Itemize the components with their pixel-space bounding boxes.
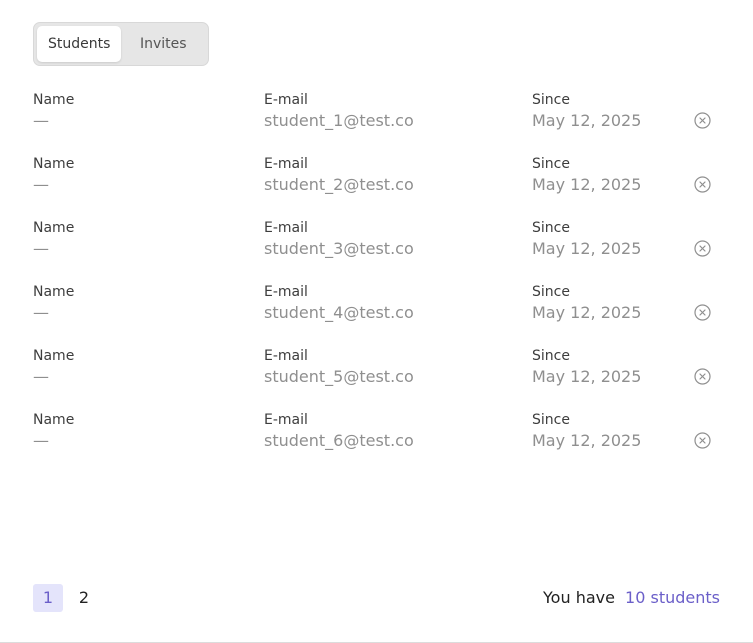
since-value: May 12, 2025 [532, 111, 642, 130]
name-label: Name [33, 348, 75, 364]
remove-circle-icon[interactable] [694, 368, 711, 385]
remove-circle-icon[interactable] [694, 240, 711, 257]
name-value: — [33, 239, 49, 258]
since-value: May 12, 2025 [532, 303, 642, 322]
since-label: Since [532, 412, 570, 428]
tab-switcher: Students Invites [33, 22, 209, 66]
name-value: — [33, 303, 49, 322]
email-cell: E-mail student_5@test.co [264, 346, 414, 389]
email-cell: E-mail student_3@test.co [264, 218, 414, 261]
name-value: — [33, 367, 49, 386]
email-value: student_2@test.co [264, 175, 414, 194]
email-cell: E-mail student_4@test.co [264, 282, 414, 325]
email-label: E-mail [264, 348, 308, 364]
email-label: E-mail [264, 92, 308, 108]
email-value: student_1@test.co [264, 111, 414, 130]
email-value: student_5@test.co [264, 367, 414, 386]
email-cell: E-mail student_6@test.co [264, 410, 414, 453]
name-label: Name [33, 284, 75, 300]
email-cell: E-mail student_2@test.co [264, 154, 414, 197]
students-page: Students Invites Name — E-mail student_1… [0, 0, 753, 643]
table-row: Name — E-mail student_4@test.co Since Ma… [0, 282, 753, 346]
name-value: — [33, 431, 49, 450]
since-cell: Since May 12, 2025 [532, 346, 641, 389]
name-value: — [33, 111, 49, 130]
remove-circle-icon[interactable] [694, 176, 711, 193]
table-row: Name — E-mail student_5@test.co Since Ma… [0, 346, 753, 410]
table-row: Name — E-mail student_1@test.co Since Ma… [0, 90, 753, 154]
since-cell: Since May 12, 2025 [532, 282, 641, 325]
name-label: Name [33, 92, 75, 108]
page-button-2[interactable]: 2 [69, 584, 99, 612]
since-cell: Since May 12, 2025 [532, 410, 641, 453]
page-button-1[interactable]: 1 [33, 584, 63, 612]
since-cell: Since May 12, 2025 [532, 154, 641, 197]
name-cell: Name — [33, 154, 74, 197]
table-row: Name — E-mail student_6@test.co Since Ma… [0, 410, 753, 474]
name-cell: Name — [33, 218, 74, 261]
since-value: May 12, 2025 [532, 367, 642, 386]
since-label: Since [532, 284, 570, 300]
since-label: Since [532, 220, 570, 236]
name-cell: Name — [33, 410, 74, 453]
students-list: Name — E-mail student_1@test.co Since Ma… [0, 90, 753, 474]
since-value: May 12, 2025 [532, 431, 642, 450]
since-cell: Since May 12, 2025 [532, 218, 641, 261]
since-value: May 12, 2025 [532, 239, 642, 258]
since-label: Since [532, 92, 570, 108]
name-cell: Name — [33, 282, 74, 325]
name-label: Name [33, 156, 75, 172]
name-cell: Name — [33, 346, 74, 389]
email-value: student_3@test.co [264, 239, 414, 258]
email-label: E-mail [264, 284, 308, 300]
students-summary: You have 10 students [543, 584, 720, 612]
email-value: student_4@test.co [264, 303, 414, 322]
students-count-link[interactable]: 10 students [625, 588, 720, 607]
summary-prefix: You have [543, 588, 615, 607]
name-label: Name [33, 412, 75, 428]
since-label: Since [532, 348, 570, 364]
email-label: E-mail [264, 156, 308, 172]
email-label: E-mail [264, 412, 308, 428]
since-cell: Since May 12, 2025 [532, 90, 641, 133]
name-label: Name [33, 220, 75, 236]
pagination: 1 2 [33, 584, 99, 612]
name-cell: Name — [33, 90, 74, 133]
remove-circle-icon[interactable] [694, 112, 711, 129]
tab-invites[interactable]: Invites [121, 26, 205, 62]
email-label: E-mail [264, 220, 308, 236]
email-cell: E-mail student_1@test.co [264, 90, 414, 133]
table-row: Name — E-mail student_3@test.co Since Ma… [0, 218, 753, 282]
remove-circle-icon[interactable] [694, 304, 711, 321]
tab-students[interactable]: Students [37, 26, 122, 62]
table-row: Name — E-mail student_2@test.co Since Ma… [0, 154, 753, 218]
remove-circle-icon[interactable] [694, 432, 711, 449]
name-value: — [33, 175, 49, 194]
since-value: May 12, 2025 [532, 175, 642, 194]
since-label: Since [532, 156, 570, 172]
email-value: student_6@test.co [264, 431, 414, 450]
